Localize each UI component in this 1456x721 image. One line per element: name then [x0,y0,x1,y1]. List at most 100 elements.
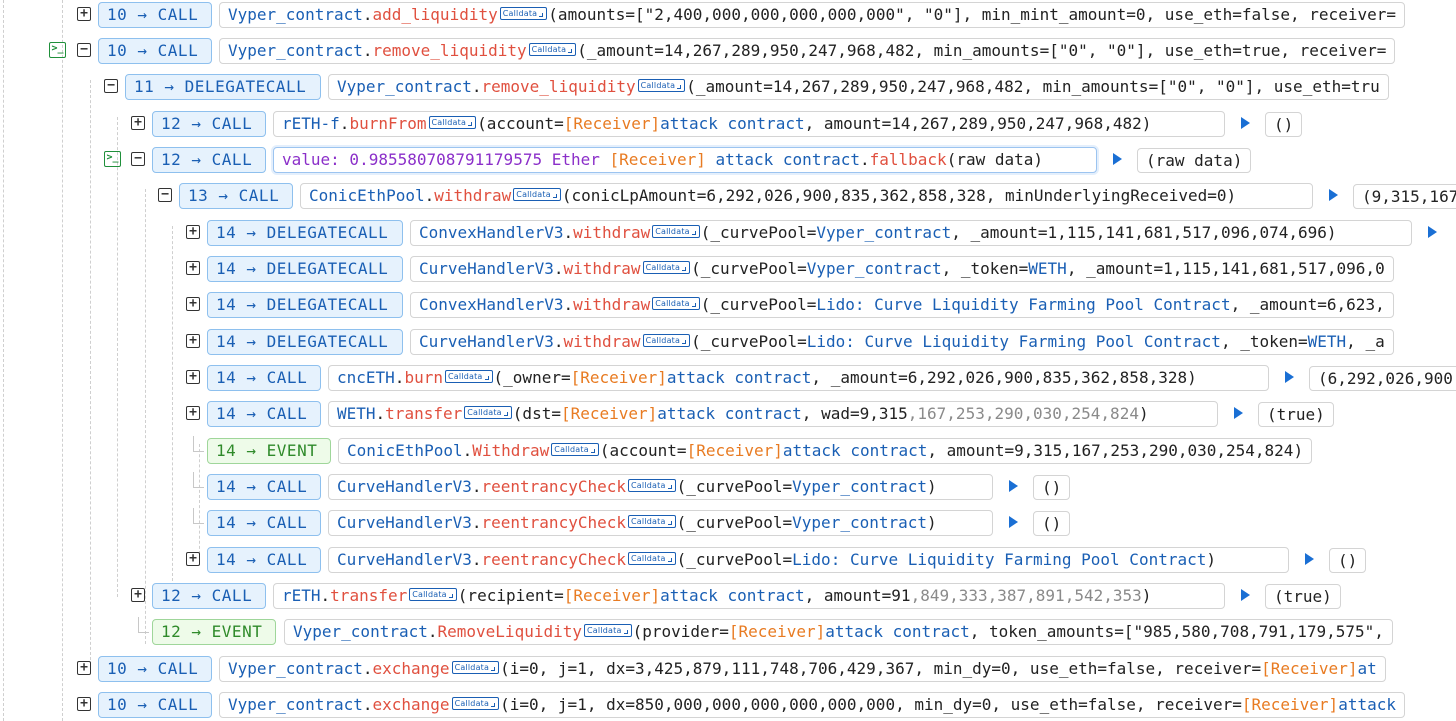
address-link[interactable]: Lido: Curve Liquidity Farming Pool Contr… [807,332,1221,351]
call-type-badge[interactable]: 12 → EVENT [152,619,276,645]
expand-icon[interactable]: + [186,406,200,420]
contract-link[interactable]: ConicEthPool [347,441,463,460]
call-type-badge[interactable]: 10 → CALL [98,2,212,28]
collapse-icon[interactable]: − [77,43,91,57]
address-link[interactable]: attack [1338,695,1396,714]
calldata-button[interactable]: Calldata [551,443,599,456]
contract-link[interactable]: CurveHandlerV3 [419,332,554,351]
calldata-button[interactable]: Calldata [628,552,676,565]
calldata-button[interactable]: Calldata [528,43,577,56]
address-link[interactable]: attack contract [667,368,812,387]
calldata-button[interactable]: Calldata [513,188,561,201]
call-type-badge[interactable]: 14 → DELEGATECALL [207,292,403,318]
calldata-button[interactable]: Calldata [428,116,477,129]
expand-return-icon[interactable] [1009,516,1018,528]
expand-return-icon[interactable] [1305,553,1314,565]
terminal-icon[interactable]: >_ [49,42,66,58]
call-type-badge[interactable]: 13 → CALL [179,183,293,209]
expand-icon[interactable]: + [186,370,200,384]
calldata-button[interactable]: Calldata [637,79,686,92]
expand-return-icon[interactable] [1285,371,1294,383]
address-link[interactable]: Vyper_contract [792,477,927,496]
call-type-badge[interactable]: 14 → DELEGATECALL [207,329,403,355]
call-type-badge[interactable]: 10 → CALL [98,656,212,682]
expand-icon[interactable]: + [131,588,145,602]
expand-return-icon[interactable] [1113,153,1122,165]
contract-link[interactable]: Vyper_contract [228,695,363,714]
expand-icon[interactable]: + [186,334,200,348]
terminal-icon[interactable]: >_ [104,151,121,167]
call-type-badge[interactable]: 14 → CALL [207,401,321,427]
expand-return-icon[interactable] [1234,407,1243,419]
collapse-icon[interactable]: − [131,152,145,166]
calldata-button[interactable]: Calldata [499,7,548,20]
call-type-badge[interactable]: 12 → CALL [152,111,266,137]
call-type-badge[interactable]: 11 → DELEGATECALL [125,74,321,100]
contract-link[interactable]: ConicEthPool [309,186,425,205]
call-type-badge[interactable]: 12 → CALL [152,147,266,173]
expand-icon[interactable]: + [77,697,91,711]
expand-return-icon[interactable] [1428,226,1437,238]
expand-icon[interactable]: + [186,297,200,311]
expand-return-icon[interactable] [1009,480,1018,492]
contract-link[interactable]: Vyper_contract [228,5,363,24]
collapse-icon[interactable]: − [158,188,172,202]
expand-icon[interactable]: + [77,7,91,21]
call-type-badge[interactable]: 10 → CALL [98,692,212,718]
contract-link[interactable]: Vyper_contract [228,41,363,60]
calldata-button[interactable]: Calldata [628,479,676,492]
address-link[interactable]: at [1357,659,1376,678]
address-link[interactable]: attack contract [783,441,928,460]
call-type-badge[interactable]: 14 → CALL [207,547,321,573]
call-type-badge[interactable]: 10 → CALL [98,38,212,64]
contract-link[interactable]: Vyper_contract [228,659,363,678]
call-type-badge[interactable]: 14 → EVENT [207,438,331,464]
contract-link[interactable]: Vyper_contract [337,77,472,96]
call-type-badge[interactable]: 14 → DELEGATECALL [207,220,403,246]
calldata-button[interactable]: Calldata [652,297,700,310]
address-link[interactable]: attack contract [657,404,802,423]
address-link[interactable]: attack contract [660,114,805,133]
contract-link[interactable]: rETH-f [282,114,340,133]
address-link[interactable]: WETH [1028,259,1067,278]
contract-link[interactable]: attack contract [715,150,860,169]
collapse-icon[interactable]: − [104,79,118,93]
address-link[interactable]: WETH [1308,332,1347,351]
calldata-button[interactable]: Calldata [628,515,676,528]
address-link[interactable]: attack contract [825,622,970,641]
address-link[interactable]: Vyper_contract [816,223,951,242]
contract-link[interactable]: CurveHandlerV3 [337,550,472,569]
call-type-badge[interactable]: 12 → CALL [152,583,266,609]
calldata-button[interactable]: Calldata [451,697,500,710]
calldata-button[interactable]: Calldata [451,661,500,674]
calldata-button[interactable]: Calldata [409,588,457,601]
address-link[interactable]: Vyper_contract [807,259,942,278]
contract-link[interactable]: cncETH [337,368,395,387]
contract-link[interactable]: Vyper_contract [293,622,428,641]
address-link[interactable]: attack contract [660,586,805,605]
address-link[interactable]: Lido: Curve Liquidity Farming Pool Contr… [816,295,1230,314]
call-type-badge[interactable]: 14 → DELEGATECALL [207,256,403,282]
expand-icon[interactable]: + [186,552,200,566]
calldata-button[interactable]: Calldata [464,406,512,419]
contract-link[interactable]: WETH [337,404,376,423]
expand-return-icon[interactable] [1241,589,1250,601]
call-type-badge[interactable]: 14 → CALL [207,365,321,391]
expand-return-icon[interactable] [1241,117,1250,129]
contract-link[interactable]: CurveHandlerV3 [337,477,472,496]
calldata-button[interactable]: Calldata [642,261,691,274]
expand-return-icon[interactable] [1329,189,1338,201]
address-link[interactable]: Lido: Curve Liquidity Farming Pool Contr… [792,550,1206,569]
calldata-button[interactable]: Calldata [584,624,632,637]
contract-link[interactable]: CurveHandlerV3 [337,513,472,532]
contract-link[interactable]: CurveHandlerV3 [419,259,554,278]
call-type-badge[interactable]: 14 → CALL [207,510,321,536]
call-type-badge[interactable]: 14 → CALL [207,474,321,500]
expand-icon[interactable]: + [77,661,91,675]
calldata-button[interactable]: Calldata [444,370,493,383]
expand-icon[interactable]: + [186,261,200,275]
contract-link[interactable]: ConvexHandlerV3 [419,295,564,314]
expand-icon[interactable]: + [131,116,145,130]
calldata-button[interactable]: Calldata [652,225,700,238]
expand-icon[interactable]: + [186,225,200,239]
